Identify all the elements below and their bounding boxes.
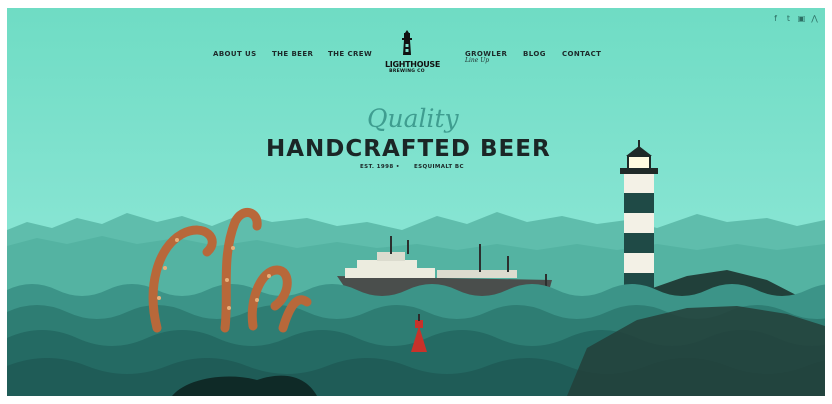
hero-banner: f t ▣ ⋀ ABOUT US THE BEER THE CREW GROWL… <box>7 8 825 396</box>
nav-the-beer[interactable]: THE BEER <box>272 50 313 58</box>
facebook-icon[interactable]: f <box>771 14 780 23</box>
nav-growler-sublabel: Line Up <box>465 57 490 64</box>
hero-established: EST. 1998 • <box>360 164 400 170</box>
brand-logo[interactable]: LIGHTHOUSE BREWING CO <box>385 30 441 75</box>
nav-the-crew[interactable]: THE CREW <box>328 50 372 58</box>
instagram-icon[interactable]: ▣ <box>797 14 806 23</box>
logo-subtitle: BREWING CO <box>389 69 425 74</box>
hero-location: ESQUIMALT BC <box>414 164 464 170</box>
nav-contact[interactable]: CONTACT <box>562 50 601 58</box>
nav-about-us[interactable]: ABOUT US <box>213 50 257 58</box>
lighthouse-logo-icon <box>402 30 412 55</box>
hero-headline: HANDCRAFTED BEER <box>266 136 551 162</box>
nav-blog[interactable]: BLOG <box>523 50 546 58</box>
twitter-icon[interactable]: t <box>784 14 793 23</box>
social-links: f t ▣ ⋀ <box>771 14 819 23</box>
untappd-icon[interactable]: ⋀ <box>810 14 819 23</box>
hero-script-text: Quality <box>367 104 459 133</box>
logo-wordmark: LIGHTHOUSE <box>385 60 441 69</box>
nav-growler-line-up[interactable]: GROWLER Line Up <box>465 50 507 64</box>
